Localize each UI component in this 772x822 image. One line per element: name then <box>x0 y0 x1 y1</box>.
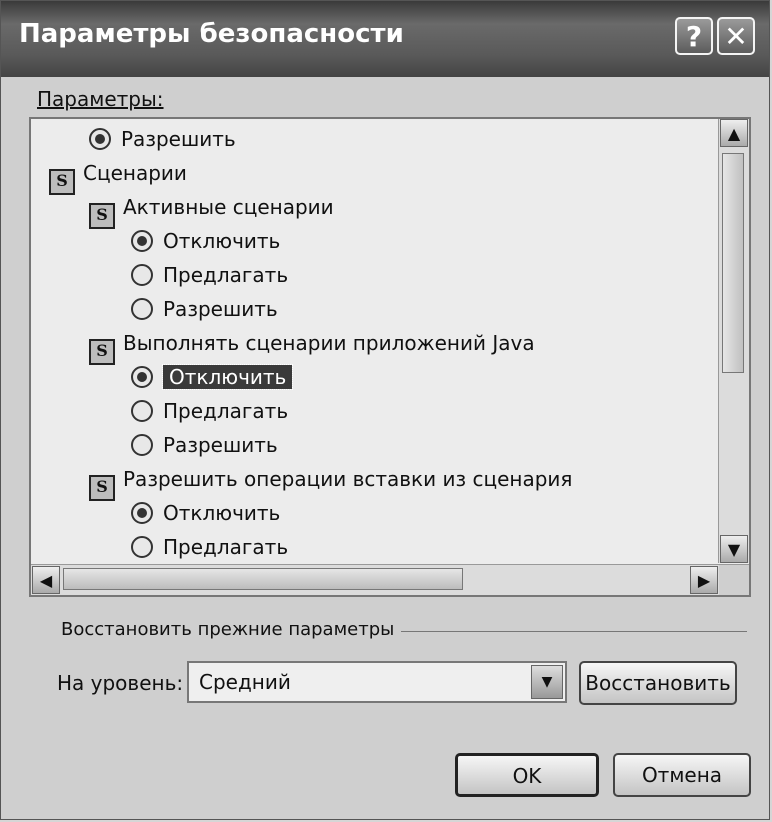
scroll-down-button[interactable]: ▼ <box>720 535 748 563</box>
tree-group[interactable]: S Разрешить операции вставки из сценария <box>89 463 573 501</box>
radio-unchecked-icon[interactable] <box>131 434 153 456</box>
horizontal-scrollbar[interactable]: ◀ ▶ <box>31 564 749 595</box>
help-button[interactable]: ? <box>675 17 713 55</box>
radio-checked-icon[interactable] <box>89 128 111 150</box>
radio-unchecked-icon[interactable] <box>131 264 153 286</box>
radio-checked-icon[interactable] <box>131 230 153 252</box>
tree-radio-option[interactable]: Разрешить <box>89 123 236 155</box>
group-divider <box>401 631 747 632</box>
tree-group[interactable]: S Выполнять сценарии приложений Java <box>89 327 535 365</box>
tree-group[interactable]: S Активные сценарии <box>89 191 334 229</box>
settings-tree-list[interactable]: Разрешить S Сценарии S Активные сценарии Откл… <box>29 117 751 597</box>
tree-item-label: Отключить <box>163 501 281 525</box>
tree-item-label: Разрешить <box>121 127 236 151</box>
tree-radio-option[interactable]: Разрешить <box>131 293 278 325</box>
vertical-scrollbar[interactable]: ▲ ▼ <box>718 119 749 563</box>
cancel-button[interactable]: Отмена <box>613 753 751 797</box>
close-button[interactable]: ✕ <box>717 17 755 55</box>
tree-radio-option[interactable]: Отключить <box>131 497 280 529</box>
tree-radio-option[interactable]: Отключить <box>131 361 294 393</box>
tree-radio-option[interactable]: Предлагать <box>131 259 288 291</box>
scroll-up-button[interactable]: ▲ <box>720 119 748 147</box>
tree-radio-option[interactable]: Предлагать <box>131 395 288 427</box>
tree-item-label: Разрешить <box>163 433 278 457</box>
radio-checked-icon[interactable] <box>131 502 153 524</box>
tree-item-label: Отключить <box>163 229 281 253</box>
ok-button[interactable]: OK <box>455 753 599 797</box>
tree-group[interactable]: S Сценарии <box>49 157 187 195</box>
tree-item-label: Разрешить <box>163 297 278 321</box>
script-icon: S <box>89 339 115 365</box>
tree-item-label: Предлагать <box>163 263 289 287</box>
tree-radio-option[interactable]: Разрешить <box>131 429 278 461</box>
radio-checked-icon[interactable] <box>131 366 153 388</box>
tree-item-label: Предлагать <box>163 399 289 423</box>
radio-unchecked-icon[interactable] <box>131 536 153 558</box>
level-select-value: Средний <box>199 670 291 694</box>
security-settings-dialog: Параметры безопасности ? ✕ Параметры: Ра… <box>0 0 770 820</box>
chevron-down-icon[interactable]: ▼ <box>531 665 563 699</box>
tree-item-label: Активные сценарии <box>123 195 334 219</box>
scroll-corner <box>719 565 749 595</box>
scroll-left-button[interactable]: ◀ <box>32 566 60 594</box>
title-bar[interactable]: Параметры безопасности ? ✕ <box>1 1 769 77</box>
tree-radio-option[interactable]: Предлагать <box>131 531 288 563</box>
script-icon: S <box>89 475 115 501</box>
restore-button[interactable]: Восстановить <box>579 661 737 705</box>
vertical-scroll-thumb[interactable] <box>722 153 744 373</box>
horizontal-scroll-thumb[interactable] <box>63 568 463 590</box>
script-icon: S <box>89 203 115 229</box>
params-label: Параметры: <box>37 87 164 111</box>
level-label: На уровень: <box>57 671 184 695</box>
tree-item-label: Сценарии <box>83 161 187 185</box>
level-select[interactable]: Средний ▼ <box>187 661 567 703</box>
tree-item-label: Выполнять сценарии приложений Java <box>123 331 535 355</box>
radio-unchecked-icon[interactable] <box>131 298 153 320</box>
radio-unchecked-icon[interactable] <box>131 400 153 422</box>
scroll-right-button[interactable]: ▶ <box>690 566 718 594</box>
tree-item-label: Разрешить операции вставки из сценария <box>123 467 573 491</box>
tree-radio-option[interactable]: Отключить <box>131 225 280 257</box>
tree-item-label: Предлагать <box>163 535 289 559</box>
tree-item-label: Отключить <box>161 364 294 390</box>
script-icon: S <box>49 169 75 195</box>
dialog-title: Параметры безопасности <box>19 19 404 49</box>
restore-group-label: Восстановить прежние параметры <box>61 619 395 640</box>
